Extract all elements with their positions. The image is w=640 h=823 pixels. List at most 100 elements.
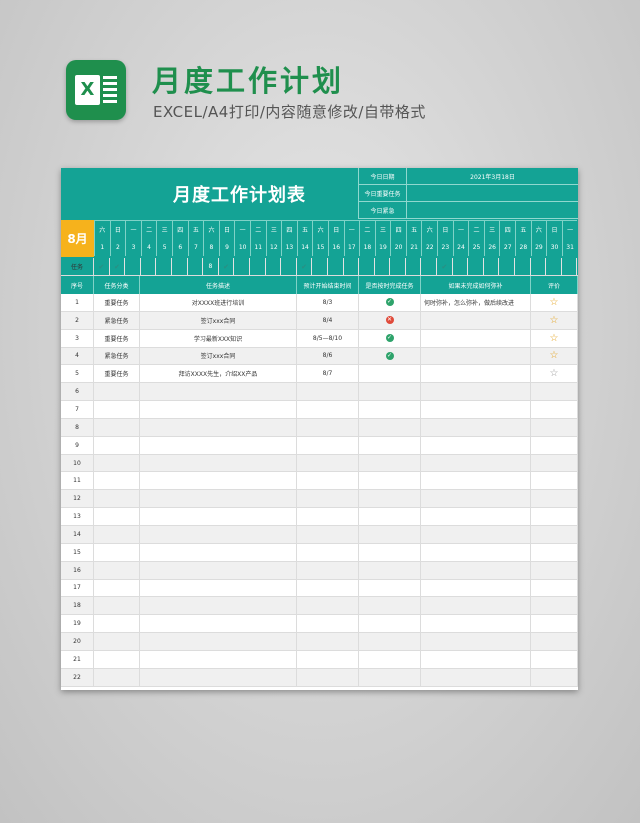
star-icon[interactable]: ☆ bbox=[550, 297, 559, 308]
task-desc-cell[interactable]: 对XXXX班进行培训 bbox=[140, 294, 297, 311]
task-done-cell[interactable]: ✓ bbox=[359, 294, 421, 311]
task-done-cell[interactable] bbox=[359, 365, 421, 383]
day-cell[interactable]: 19 bbox=[374, 238, 391, 256]
task-mark-cell[interactable] bbox=[234, 258, 250, 275]
task-mark-cell[interactable] bbox=[499, 258, 516, 275]
task-desc-cell[interactable] bbox=[140, 418, 297, 436]
rating-cell[interactable] bbox=[531, 383, 578, 401]
task-type-cell[interactable] bbox=[94, 401, 140, 418]
day-cell[interactable]: 3 bbox=[125, 238, 141, 256]
task-desc-cell[interactable] bbox=[140, 508, 297, 525]
task-desc-cell[interactable] bbox=[140, 561, 297, 579]
day-cell[interactable]: 30 bbox=[546, 238, 562, 256]
task-type-cell[interactable] bbox=[94, 454, 140, 472]
day-cell[interactable]: 13 bbox=[281, 238, 297, 256]
day-cell[interactable]: 24 bbox=[452, 238, 469, 256]
task-fix-cell[interactable] bbox=[421, 668, 531, 686]
day-cell[interactable]: 26 bbox=[483, 238, 500, 256]
task-time-cell[interactable]: 8/6 bbox=[297, 347, 359, 365]
row-number[interactable]: 20 bbox=[61, 633, 94, 650]
day-cell[interactable]: 11 bbox=[249, 238, 266, 256]
task-done-cell[interactable] bbox=[359, 525, 421, 543]
task-done-cell[interactable]: ✓ bbox=[359, 347, 421, 365]
task-type-cell[interactable] bbox=[94, 508, 140, 525]
task-mark-cell[interactable] bbox=[328, 258, 344, 275]
task-type-cell[interactable]: 重要任务 bbox=[94, 329, 140, 347]
day-cell[interactable]: 21 bbox=[405, 238, 422, 256]
task-desc-cell[interactable] bbox=[140, 633, 297, 650]
row-number[interactable]: 5 bbox=[61, 365, 94, 383]
day-cell[interactable]: 18 bbox=[359, 238, 375, 256]
day-cell[interactable]: 8 bbox=[203, 238, 219, 256]
task-type-cell[interactable] bbox=[94, 668, 140, 686]
task-fix-cell[interactable] bbox=[421, 633, 531, 650]
rating-cell[interactable]: ☆ bbox=[531, 329, 578, 347]
task-fix-cell[interactable] bbox=[421, 311, 531, 329]
task-fix-cell[interactable] bbox=[421, 436, 531, 454]
rating-cell[interactable] bbox=[531, 668, 578, 686]
rating-cell[interactable]: ☆ bbox=[531, 294, 578, 311]
task-done-cell[interactable] bbox=[359, 650, 421, 668]
task-time-cell[interactable] bbox=[297, 633, 359, 650]
task-fix-cell[interactable] bbox=[421, 383, 531, 401]
task-mark-cell[interactable] bbox=[484, 258, 500, 275]
task-mark-cell[interactable] bbox=[531, 258, 547, 275]
day-cell[interactable]: 28 bbox=[515, 238, 531, 256]
task-mark-cell[interactable] bbox=[172, 258, 188, 275]
task-fix-cell[interactable] bbox=[421, 650, 531, 668]
task-fix-cell[interactable] bbox=[421, 472, 531, 490]
task-mark-cell[interactable] bbox=[421, 258, 438, 275]
rating-cell[interactable]: ☆ bbox=[531, 311, 578, 329]
task-fix-cell[interactable] bbox=[421, 597, 531, 615]
task-done-cell[interactable] bbox=[359, 472, 421, 490]
task-time-cell[interactable]: 8/7 bbox=[297, 365, 359, 383]
rating-cell[interactable] bbox=[531, 579, 578, 597]
day-cell[interactable]: 15 bbox=[312, 238, 328, 256]
task-type-cell[interactable]: 重要任务 bbox=[94, 294, 140, 311]
task-mark-cell[interactable]: 8 bbox=[203, 258, 219, 275]
task-time-cell[interactable] bbox=[297, 508, 359, 525]
day-cell[interactable]: 16 bbox=[327, 238, 344, 256]
day-cell[interactable]: 4 bbox=[140, 238, 157, 256]
task-type-cell[interactable] bbox=[94, 633, 140, 650]
task-time-cell[interactable] bbox=[297, 597, 359, 615]
row-number[interactable]: 15 bbox=[61, 543, 94, 561]
check-icon[interactable]: ✔ bbox=[219, 258, 235, 275]
task-fix-cell[interactable] bbox=[421, 579, 531, 597]
task-mark-cell[interactable] bbox=[515, 258, 531, 275]
rating-cell[interactable] bbox=[531, 650, 578, 668]
task-mark-cell[interactable] bbox=[359, 258, 375, 275]
task-fix-cell[interactable] bbox=[421, 508, 531, 525]
day-cell[interactable]: 31 bbox=[561, 238, 578, 256]
task-type-cell[interactable] bbox=[94, 418, 140, 436]
task-desc-cell[interactable]: 学习最新XXX知识 bbox=[140, 329, 297, 347]
row-number[interactable]: 12 bbox=[61, 490, 94, 508]
task-done-cell[interactable] bbox=[359, 615, 421, 633]
task-time-cell[interactable] bbox=[297, 401, 359, 418]
task-done-cell[interactable] bbox=[359, 418, 421, 436]
task-desc-cell[interactable] bbox=[140, 401, 297, 418]
task-desc-cell[interactable] bbox=[140, 525, 297, 543]
check-icon[interactable]: ✔ bbox=[110, 258, 126, 275]
task-done-cell[interactable] bbox=[359, 490, 421, 508]
row-number[interactable]: 6 bbox=[61, 383, 94, 401]
task-desc-cell[interactable] bbox=[140, 472, 297, 490]
row-number[interactable]: 14 bbox=[61, 525, 94, 543]
task-desc-cell[interactable] bbox=[140, 579, 297, 597]
task-done-cell[interactable] bbox=[359, 543, 421, 561]
task-fix-cell[interactable] bbox=[421, 418, 531, 436]
rating-cell[interactable] bbox=[531, 490, 578, 508]
day-cell[interactable]: 27 bbox=[499, 238, 515, 256]
task-done-cell[interactable]: ✓ bbox=[359, 329, 421, 347]
row-number[interactable]: 11 bbox=[61, 472, 94, 490]
row-number[interactable]: 9 bbox=[61, 436, 94, 454]
task-type-cell[interactable] bbox=[94, 472, 140, 490]
task-desc-cell[interactable] bbox=[140, 597, 297, 615]
task-mark-cell[interactable] bbox=[562, 258, 578, 275]
day-cell[interactable]: 20 bbox=[390, 238, 406, 256]
rating-cell[interactable] bbox=[531, 454, 578, 472]
row-number[interactable]: 3 bbox=[61, 329, 94, 347]
rating-cell[interactable] bbox=[531, 472, 578, 490]
task-mark-cell[interactable] bbox=[156, 258, 172, 275]
task-done-cell[interactable] bbox=[359, 508, 421, 525]
